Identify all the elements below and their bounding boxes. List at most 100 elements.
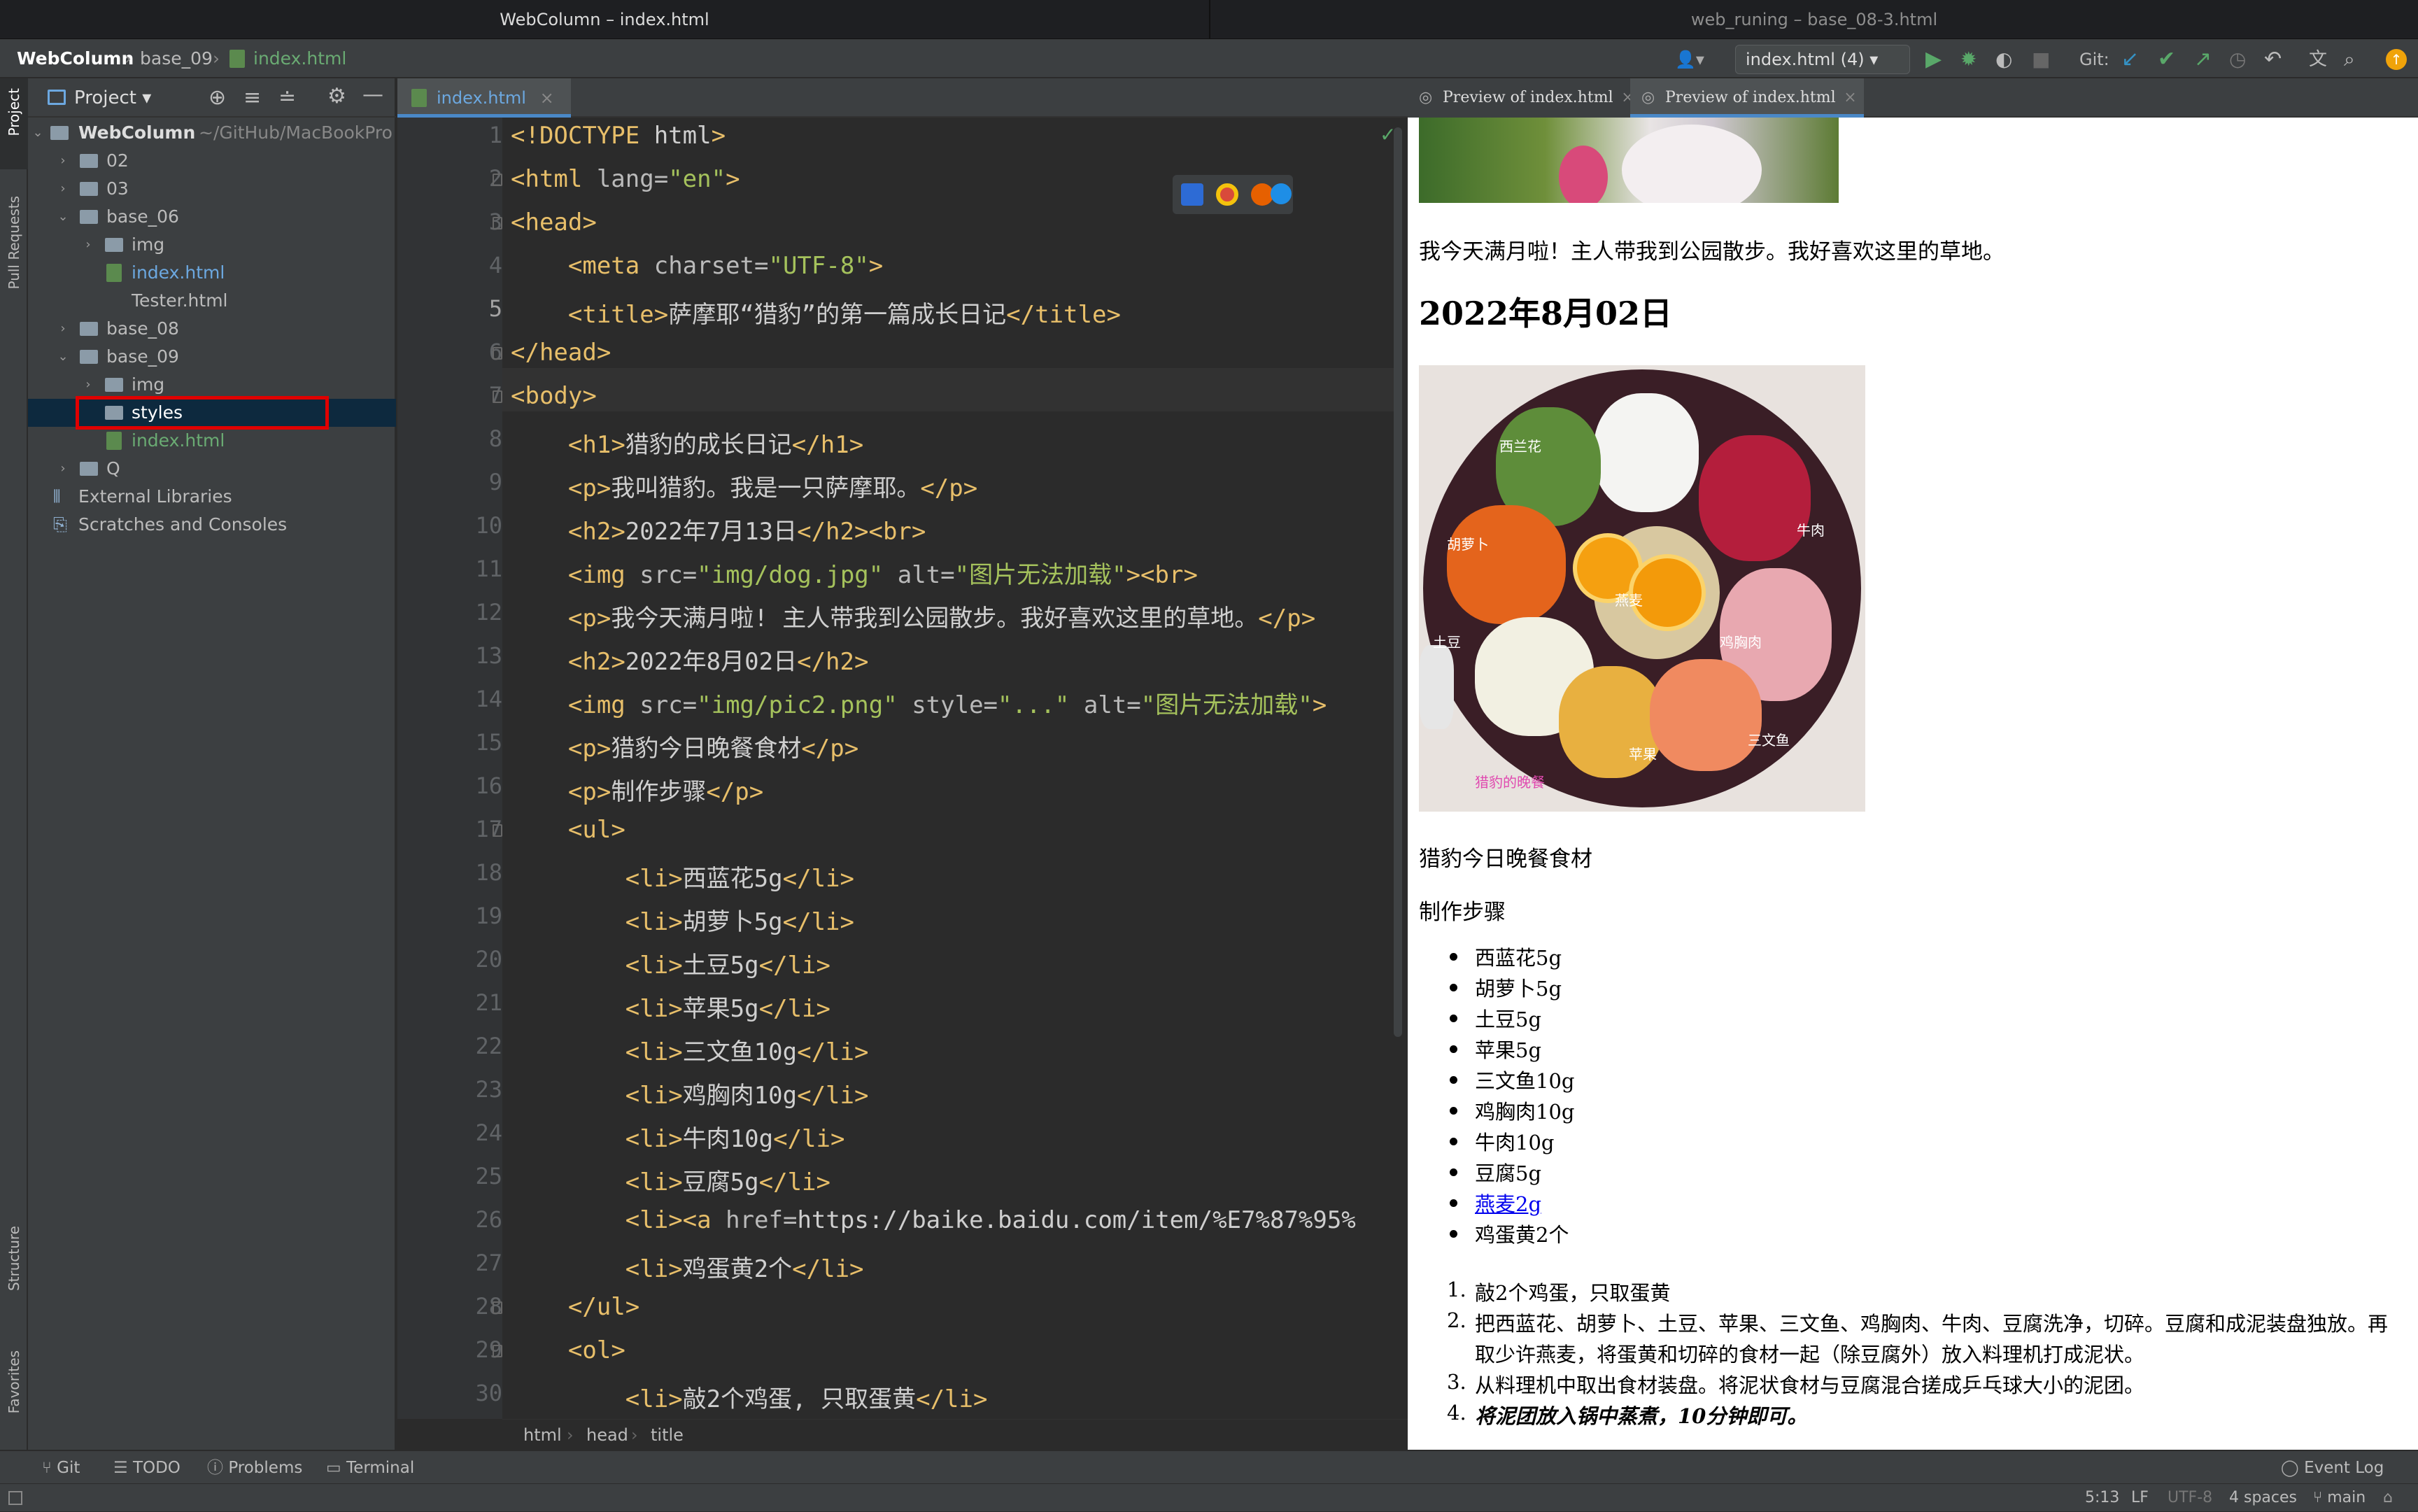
- code-line[interactable]: <ul>: [511, 816, 625, 844]
- code-line[interactable]: <html lang="en">: [511, 165, 740, 193]
- tree-scratches[interactable]: ⎘ Scratches and Consoles: [28, 511, 396, 539]
- git-update-icon[interactable]: ↙: [2121, 48, 2139, 71]
- other-window-title[interactable]: web_runing – base_08-3.html: [1209, 0, 2418, 39]
- tree-file-tester[interactable]: Tester.html: [28, 287, 396, 315]
- code-line[interactable]: </head>: [511, 339, 611, 367]
- close-icon[interactable]: ×: [540, 88, 554, 108]
- tree-folder-img[interactable]: › img: [28, 231, 396, 259]
- code-line[interactable]: <img src="img/dog.jpg" alt="图片无法加载"><br>: [511, 556, 1198, 590]
- tree-root[interactable]: ⌄ WebColumn ~/GitHub/MacBookPro: [28, 119, 396, 147]
- tree-file-index[interactable]: index.html: [28, 259, 396, 287]
- tree-folder-q[interactable]: › Q: [28, 455, 396, 483]
- safari-icon[interactable]: [1271, 183, 1292, 204]
- code-line[interactable]: <body>: [511, 382, 597, 410]
- favorites-tool-tab[interactable]: Favorites: [6, 1350, 22, 1413]
- tab-terminal[interactable]: ▭ Terminal: [326, 1451, 414, 1485]
- structure-tool-tab[interactable]: Structure: [6, 1226, 22, 1291]
- expand-all-icon[interactable]: ≡: [243, 85, 261, 110]
- project-view-select[interactable]: Project ▾: [74, 78, 151, 118]
- code-line[interactable]: <meta charset="UTF-8">: [511, 252, 883, 280]
- code-line[interactable]: <li>敲2个鸡蛋, 只取蛋黄</li>: [511, 1380, 988, 1414]
- code-line[interactable]: <li>土豆5g</li>: [511, 946, 830, 980]
- lock-icon[interactable]: ⌂: [2383, 1484, 2393, 1512]
- translate-icon[interactable]: 文: [2309, 48, 2327, 71]
- collapse-all-icon[interactable]: ≐: [278, 85, 296, 110]
- git-branch[interactable]: ⑂ main: [2313, 1484, 2366, 1512]
- hide-icon[interactable]: —: [362, 83, 383, 107]
- code-line[interactable]: <h1>猎豹的成长日记</h1>: [511, 425, 863, 460]
- tab-todo[interactable]: ☰ TODO: [113, 1451, 181, 1485]
- run-icon[interactable]: ▶: [1925, 48, 1942, 71]
- code-line[interactable]: <li>牛肉10g</li>: [511, 1119, 845, 1154]
- layout-icon[interactable]: [8, 1491, 22, 1505]
- caret-position[interactable]: 5:13: [2085, 1484, 2119, 1512]
- tab-problems[interactable]: ⓘ Problems: [207, 1451, 302, 1485]
- code-line[interactable]: </ul>: [511, 1293, 639, 1321]
- update-icon[interactable]: ↑: [2386, 49, 2407, 70]
- rollback-icon[interactable]: ↶: [2264, 48, 2282, 71]
- pull-requests-tool-tab[interactable]: Pull Requests: [6, 196, 22, 290]
- debug-icon[interactable]: ✹: [1960, 48, 1977, 71]
- nav-folder[interactable]: base_09: [140, 39, 213, 78]
- code-line[interactable]: <title>萨摩耶“猎豹”的第一篇成长日记</title>: [511, 295, 1121, 330]
- chrome-icon[interactable]: [1216, 183, 1238, 206]
- code-line[interactable]: <li>西蓝花5g</li>: [511, 859, 854, 893]
- code-line[interactable]: <li><a href=https://baike.baidu.com/item…: [511, 1206, 1356, 1234]
- nav-file[interactable]: index.html: [253, 39, 346, 78]
- tab-preview-2[interactable]: ◎ Preview of index.html ×: [1630, 78, 1864, 118]
- code-line[interactable]: <li>三文鱼10g</li>: [511, 1033, 869, 1067]
- tree-external-libraries[interactable]: ⫴ External Libraries: [28, 483, 396, 511]
- stop-icon[interactable]: ■: [2032, 48, 2050, 71]
- locate-icon[interactable]: ⊕: [208, 85, 226, 110]
- gear-icon[interactable]: ⚙: [327, 84, 346, 108]
- code-line[interactable]: <!DOCTYPE html>: [511, 122, 726, 150]
- code-line[interactable]: <li>鸡胸肉10g</li>: [511, 1076, 869, 1110]
- breadcrumb-title[interactable]: title: [651, 1420, 684, 1450]
- ingredient-link[interactable]: 燕麦2g: [1475, 1188, 1541, 1217]
- code-line[interactable]: <head>: [511, 209, 597, 236]
- code-area[interactable]: <!DOCTYPE html> <html lang="en"> <head> <m…: [397, 118, 1408, 1419]
- editor-scrollbar[interactable]: [1394, 127, 1402, 1037]
- tab-git[interactable]: ⑂ Git: [42, 1451, 80, 1485]
- branch-icon: ⑂: [2313, 1489, 2328, 1506]
- code-line[interactable]: <h2>2022年7月13日</h2><br>: [511, 512, 926, 546]
- tree-folder-02[interactable]: › 02: [28, 147, 396, 175]
- close-icon[interactable]: ×: [1844, 78, 1856, 118]
- tree-folder-base06[interactable]: ⌄ base_06: [28, 203, 396, 231]
- code-line[interactable]: <li>苹果5g</li>: [511, 989, 830, 1024]
- tree-folder-base08[interactable]: › base_08: [28, 315, 396, 343]
- tree-folder-base09[interactable]: ⌄ base_09: [28, 343, 396, 371]
- code-line[interactable]: <li>鸡蛋黄2个</li>: [511, 1250, 864, 1284]
- indent-setting[interactable]: 4 spaces: [2229, 1484, 2297, 1512]
- code-line[interactable]: <li>豆腐5g</li>: [511, 1163, 830, 1197]
- breadcrumb-head[interactable]: head: [586, 1420, 628, 1450]
- coverage-icon[interactable]: ◐: [1995, 48, 2012, 71]
- tree-file-index-2[interactable]: index.html: [28, 427, 396, 455]
- code-line[interactable]: <img src="img/pic2.png" style="..." alt=…: [511, 686, 1327, 720]
- code-line[interactable]: <p>制作步骤</p>: [511, 772, 763, 807]
- tab-index-html[interactable]: index.html ×: [397, 78, 571, 118]
- search-icon[interactable]: ⌕: [2344, 48, 2355, 71]
- ide-browser-icon[interactable]: [1181, 183, 1203, 206]
- tree-folder-03[interactable]: › 03: [28, 175, 396, 203]
- history-icon[interactable]: ◷: [2229, 48, 2246, 71]
- project-tool-tab[interactable]: Project: [0, 78, 28, 169]
- tab-event-log[interactable]: ◯ Event Log: [2281, 1451, 2384, 1485]
- user-icon[interactable]: 👤▾: [1675, 48, 1704, 71]
- tree-folder-img-2[interactable]: › img: [28, 371, 396, 399]
- tree-root-path: ~/GitHub/MacBookPro: [199, 122, 393, 143]
- code-line[interactable]: <li>胡萝卜5g</li>: [511, 903, 854, 937]
- line-separator[interactable]: LF: [2131, 1484, 2149, 1512]
- code-line[interactable]: <ol>: [511, 1336, 625, 1364]
- code-line[interactable]: <p>我叫猎豹。我是一只萨摩耶。</p>: [511, 469, 977, 503]
- code-line[interactable]: <p>我今天满月啦! 主人带我到公园散步。我好喜欢这里的草地。</p>: [511, 599, 1315, 633]
- file-encoding[interactable]: UTF-8: [2168, 1484, 2212, 1512]
- code-line[interactable]: <h2>2022年8月02日</h2>: [511, 642, 869, 677]
- run-config-select[interactable]: index.html (4) ▾: [1735, 45, 1910, 74]
- nav-project[interactable]: WebColumn: [17, 39, 134, 78]
- git-commit-icon[interactable]: ✔: [2158, 48, 2175, 71]
- git-push-icon[interactable]: ↗: [2194, 48, 2212, 71]
- breadcrumb-html[interactable]: html: [523, 1420, 562, 1450]
- tab-preview-1[interactable]: ◎ Preview of index.html ×: [1408, 78, 1641, 118]
- code-line[interactable]: <p>猎豹今日晚餐食材</p>: [511, 729, 858, 763]
